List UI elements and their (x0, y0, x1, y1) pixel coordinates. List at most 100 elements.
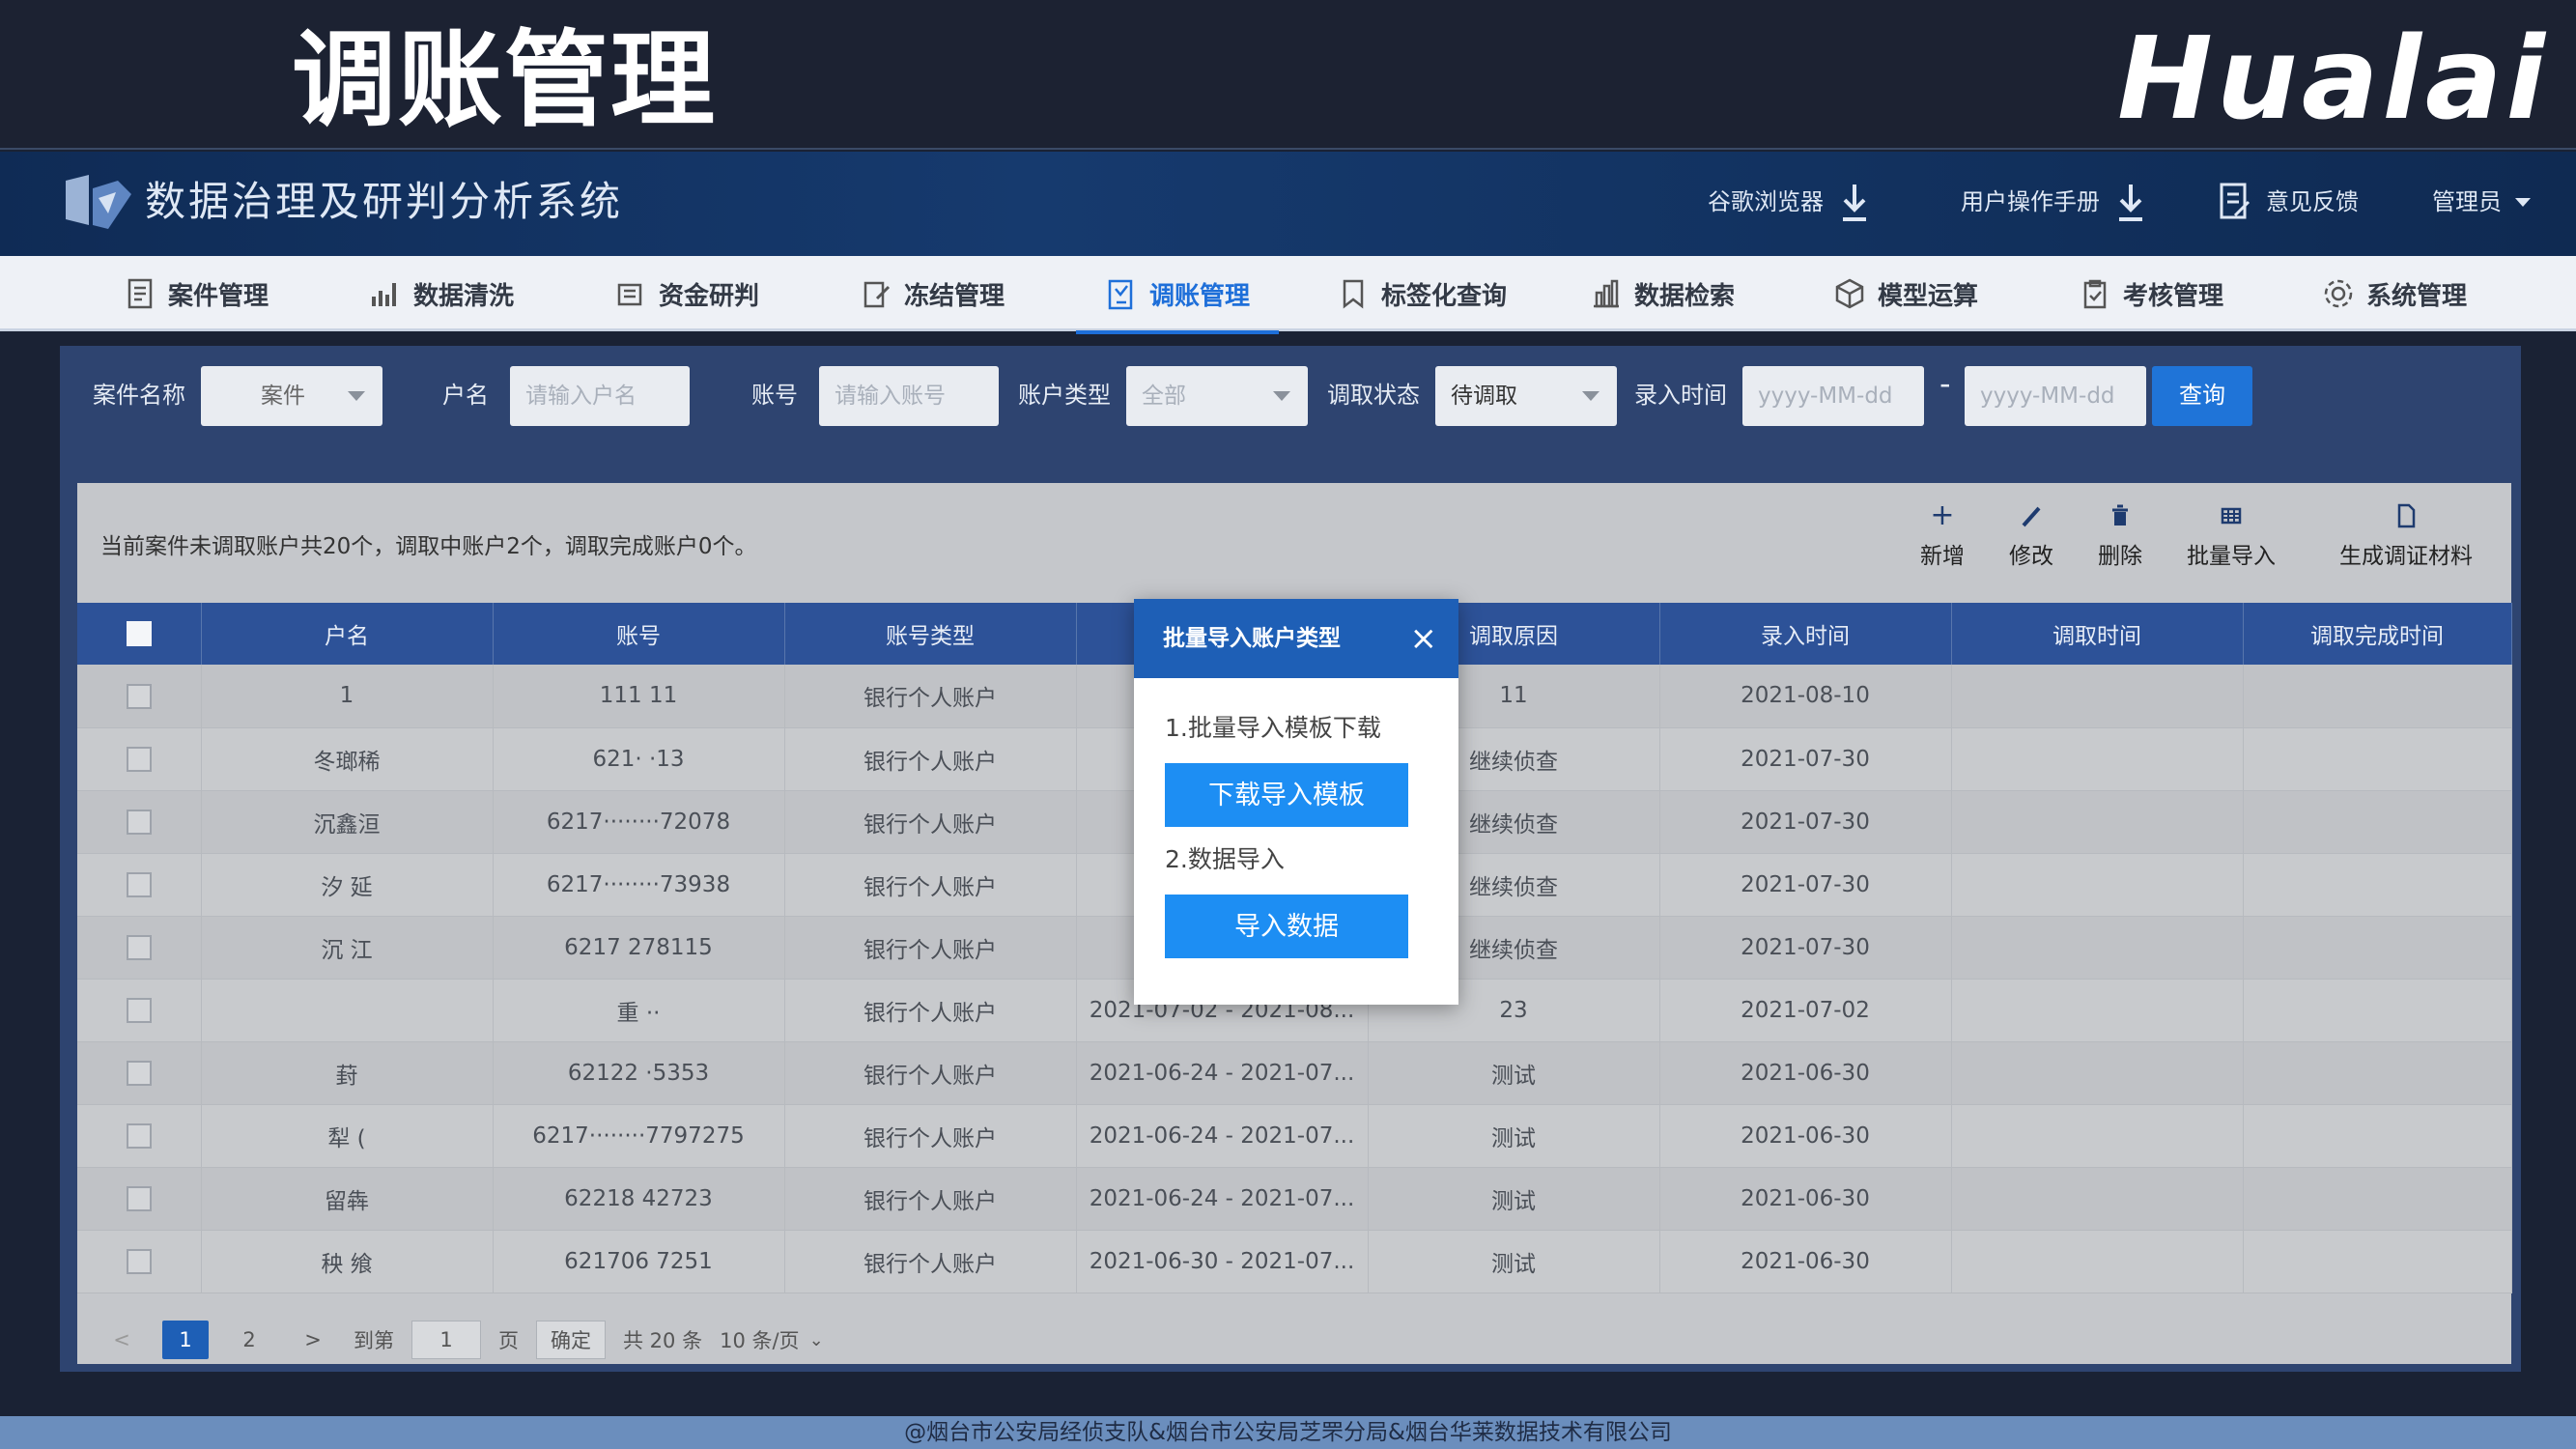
total-count: 共 20 条 (623, 1329, 703, 1352)
row-checkbox[interactable] (126, 934, 152, 960)
nav-freeze-management[interactable]: 冻结管理 (860, 256, 1005, 331)
download-template-button[interactable]: 下载导入模板 (1165, 763, 1408, 827)
cell-account: 重 ·· (493, 979, 785, 1042)
nav-fund-analysis[interactable]: 资金研判 (614, 256, 759, 331)
table-row[interactable]: 犁 (6217········7797275 银行个人账户 2021-06-24 -… (77, 1104, 2512, 1168)
nav-account-adjust[interactable]: 调账管理 (1075, 256, 1280, 334)
row-checkbox[interactable] (126, 871, 152, 897)
row-checkbox[interactable] (126, 997, 152, 1023)
start-date-input[interactable]: yyyy-MM-dd (1742, 366, 1924, 426)
add-button[interactable]: + 新增 (1920, 500, 1965, 570)
row-select-cell[interactable] (77, 853, 202, 917)
row-select-cell[interactable] (77, 979, 202, 1042)
nav-data-cleaning[interactable]: 数据清洗 (369, 256, 514, 331)
cell-reason: 测试 (1368, 1104, 1660, 1168)
nav-tag-query[interactable]: 标签化查询 (1337, 256, 1507, 331)
account-number-label: 账号 (751, 382, 798, 409)
delete-button[interactable]: 删除 (2098, 500, 2142, 570)
row-select-cell[interactable] (77, 1041, 202, 1105)
prev-page-button[interactable]: < (99, 1321, 145, 1359)
cell-entered: 2021-07-30 (1659, 916, 1952, 980)
trash-icon (2112, 504, 2128, 526)
goto-label: 到第 (354, 1329, 394, 1352)
page-1-button[interactable]: 1 (162, 1321, 209, 1359)
row-checkbox[interactable] (126, 1122, 152, 1149)
row-checkbox[interactable] (126, 1060, 152, 1086)
cell-entered: 2021-06-30 (1659, 1167, 1952, 1231)
case-name-label: 案件名称 (93, 382, 185, 409)
cell-empty (1951, 665, 2244, 728)
cell-empty (2243, 790, 2512, 854)
page-2-button[interactable]: 2 (226, 1321, 272, 1359)
generate-materials-button[interactable]: 生成调证材料 (2339, 500, 2473, 570)
cell-empty (2243, 1167, 2512, 1231)
cell-empty (1951, 1104, 2244, 1168)
nav-label: 标签化查询 (1381, 281, 1508, 311)
account-number-input[interactable]: 请输入账号 (819, 366, 999, 426)
nav-model-compute[interactable]: 模型运算 (1833, 256, 1978, 331)
batch-import-button[interactable]: 批量导入 (2187, 500, 2276, 570)
next-page-button[interactable]: > (290, 1321, 336, 1359)
case-name-select[interactable]: 案件 (201, 366, 382, 426)
nav-label: 系统管理 (2366, 281, 2468, 311)
cell-empty (1951, 979, 2244, 1042)
column-header: 调取完成时间 (2243, 603, 2512, 665)
user-menu[interactable]: 管理员 (2432, 181, 2531, 223)
row-select-cell[interactable] (77, 1104, 202, 1168)
nav-data-search[interactable]: 数据检索 (1590, 256, 1735, 331)
main-nav: 案件管理 数据清洗 资金研判 冻结管理 调账管理 标签化查询 数据检索 模型运算… (0, 256, 2576, 334)
query-button[interactable]: 查询 (2152, 366, 2252, 426)
row-checkbox[interactable] (126, 1185, 152, 1211)
manual-download-link[interactable]: 用户操作手册 (1961, 181, 2148, 223)
cell-type: 银行个人账户 (784, 1104, 1077, 1168)
goto-confirm-button[interactable]: 确定 (536, 1321, 606, 1359)
row-select-cell[interactable] (77, 1167, 202, 1231)
column-header: 户名 (201, 603, 494, 665)
row-select-cell[interactable] (77, 665, 202, 728)
import-data-button[interactable]: 导入数据 (1165, 895, 1408, 958)
cell-name: 犁 ( (201, 1104, 494, 1168)
select-all-checkbox[interactable] (126, 621, 152, 647)
user-name: 管理员 (2432, 188, 2502, 215)
cube-icon (1835, 278, 1864, 309)
fetch-status-select[interactable]: 待调取 (1435, 366, 1617, 426)
goto-page-input[interactable]: 1 (411, 1321, 481, 1359)
row-select-cell[interactable] (77, 1230, 202, 1293)
cell-empty (1951, 916, 2244, 980)
nav-system-management[interactable]: 系统管理 (2322, 256, 2467, 331)
account-type-value: 全部 (1142, 384, 1186, 409)
cell-empty (2243, 979, 2512, 1042)
feedback-icon (2220, 183, 2250, 219)
row-checkbox[interactable] (126, 809, 152, 835)
select-all-cell[interactable] (77, 603, 202, 665)
table-row[interactable]: 秧 飨 621706 7251 银行个人账户 2021-06-30 - 2021-07… (77, 1230, 2512, 1293)
close-icon[interactable]: × (1410, 599, 1438, 678)
row-checkbox[interactable] (126, 746, 152, 772)
cell-type: 银行个人账户 (784, 1167, 1077, 1231)
table-row[interactable]: 葑 62122 ·5353 银行个人账户 2021-06-24 - 2021-07..… (77, 1041, 2512, 1105)
row-checkbox[interactable] (126, 683, 152, 709)
account-name-input[interactable]: 请输入户名 (510, 366, 690, 426)
row-select-cell[interactable] (77, 727, 202, 791)
browser-download-link[interactable]: 谷歌浏览器 (1708, 181, 1872, 223)
cell-name (201, 979, 494, 1042)
account-type-select[interactable]: 全部 (1126, 366, 1308, 426)
cell-reason: 测试 (1368, 1167, 1660, 1231)
end-date-input[interactable]: yyyy-MM-dd (1965, 366, 2146, 426)
table-row[interactable]: 留犇 62218 42723 银行个人账户 2021-06-24 - 2021-07.… (77, 1167, 2512, 1231)
row-select-cell[interactable] (77, 790, 202, 854)
document-icon (2397, 503, 2416, 528)
nav-assessment[interactable]: 考核管理 (2079, 256, 2223, 331)
table-icon (2221, 507, 2242, 525)
cell-account: 111 11 (493, 665, 785, 728)
page-size-select[interactable]: 10 条/页 ⌄ (720, 1325, 824, 1354)
account-summary: 当前案件未调取账户共20个，调取中账户2个，调取完成账户0个。 (100, 534, 757, 559)
feedback-link[interactable]: 意见反馈 (2218, 181, 2359, 223)
row-select-cell[interactable] (77, 916, 202, 980)
caret-down-icon (2515, 197, 2531, 207)
case-name-value: 案件 (261, 384, 305, 409)
file-icon (127, 278, 153, 309)
edit-button[interactable]: 修改 (2009, 500, 2053, 570)
nav-case-management[interactable]: 案件管理 (124, 256, 269, 331)
row-checkbox[interactable] (126, 1248, 152, 1274)
